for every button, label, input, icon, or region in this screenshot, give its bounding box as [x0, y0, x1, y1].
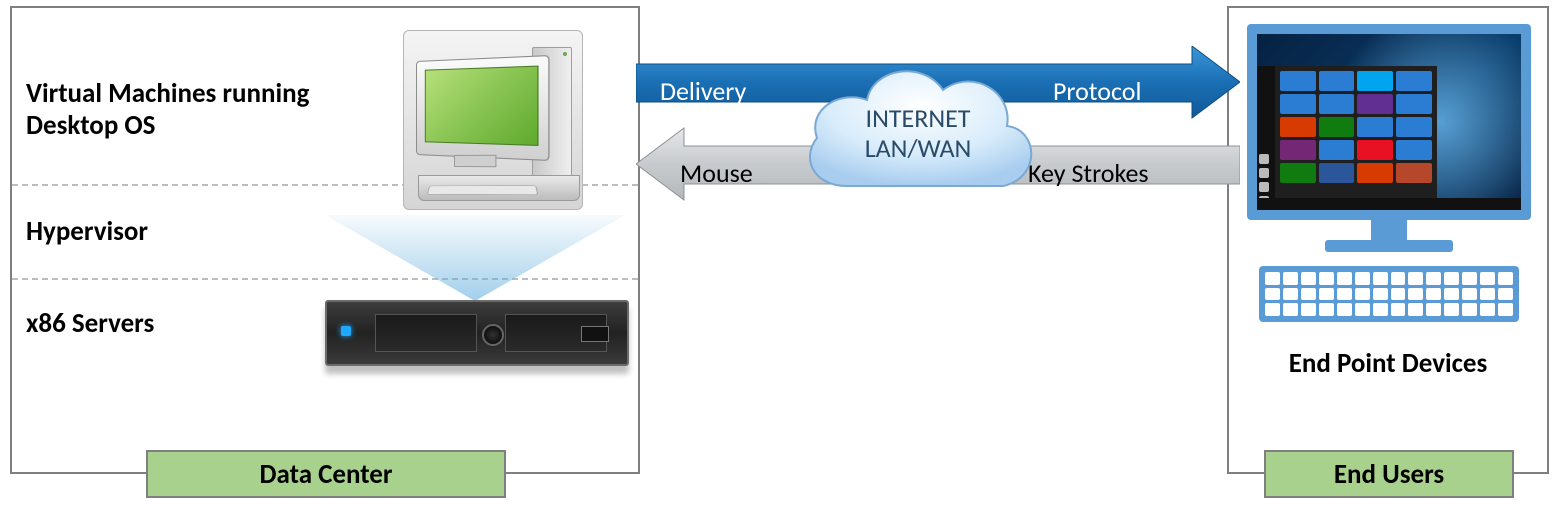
arrow-label-delivery: Delivery — [660, 75, 746, 107]
client-pc-icon — [1247, 24, 1531, 322]
data-center-caption: Data Center — [146, 450, 506, 498]
cloud-line2: LAN/WAN — [865, 132, 972, 164]
arrow-label-mouse: Mouse — [680, 157, 753, 189]
dc-separator-2 — [12, 278, 638, 280]
arrow-label-keystrokes: Key Strokes — [1028, 157, 1149, 189]
end-users-caption: End Users — [1264, 450, 1514, 498]
arrow-label-protocol: Protocol — [1053, 75, 1141, 107]
server-icon — [325, 300, 629, 366]
endpoint-devices-label: End Point Devices — [1227, 347, 1549, 380]
vm-label: Virtual Machines running Desktop OS — [26, 78, 346, 143]
servers-label: x86 Servers — [26, 308, 154, 340]
cloud-line1: INTERNET — [866, 102, 971, 134]
hypervisor-label: Hypervisor — [26, 216, 148, 248]
desktop-vm-icon — [403, 30, 583, 210]
diagram-canvas: Virtual Machines running Desktop OS Hype… — [0, 0, 1559, 514]
cloud-label: INTERNET LAN/WAN — [795, 104, 1041, 164]
